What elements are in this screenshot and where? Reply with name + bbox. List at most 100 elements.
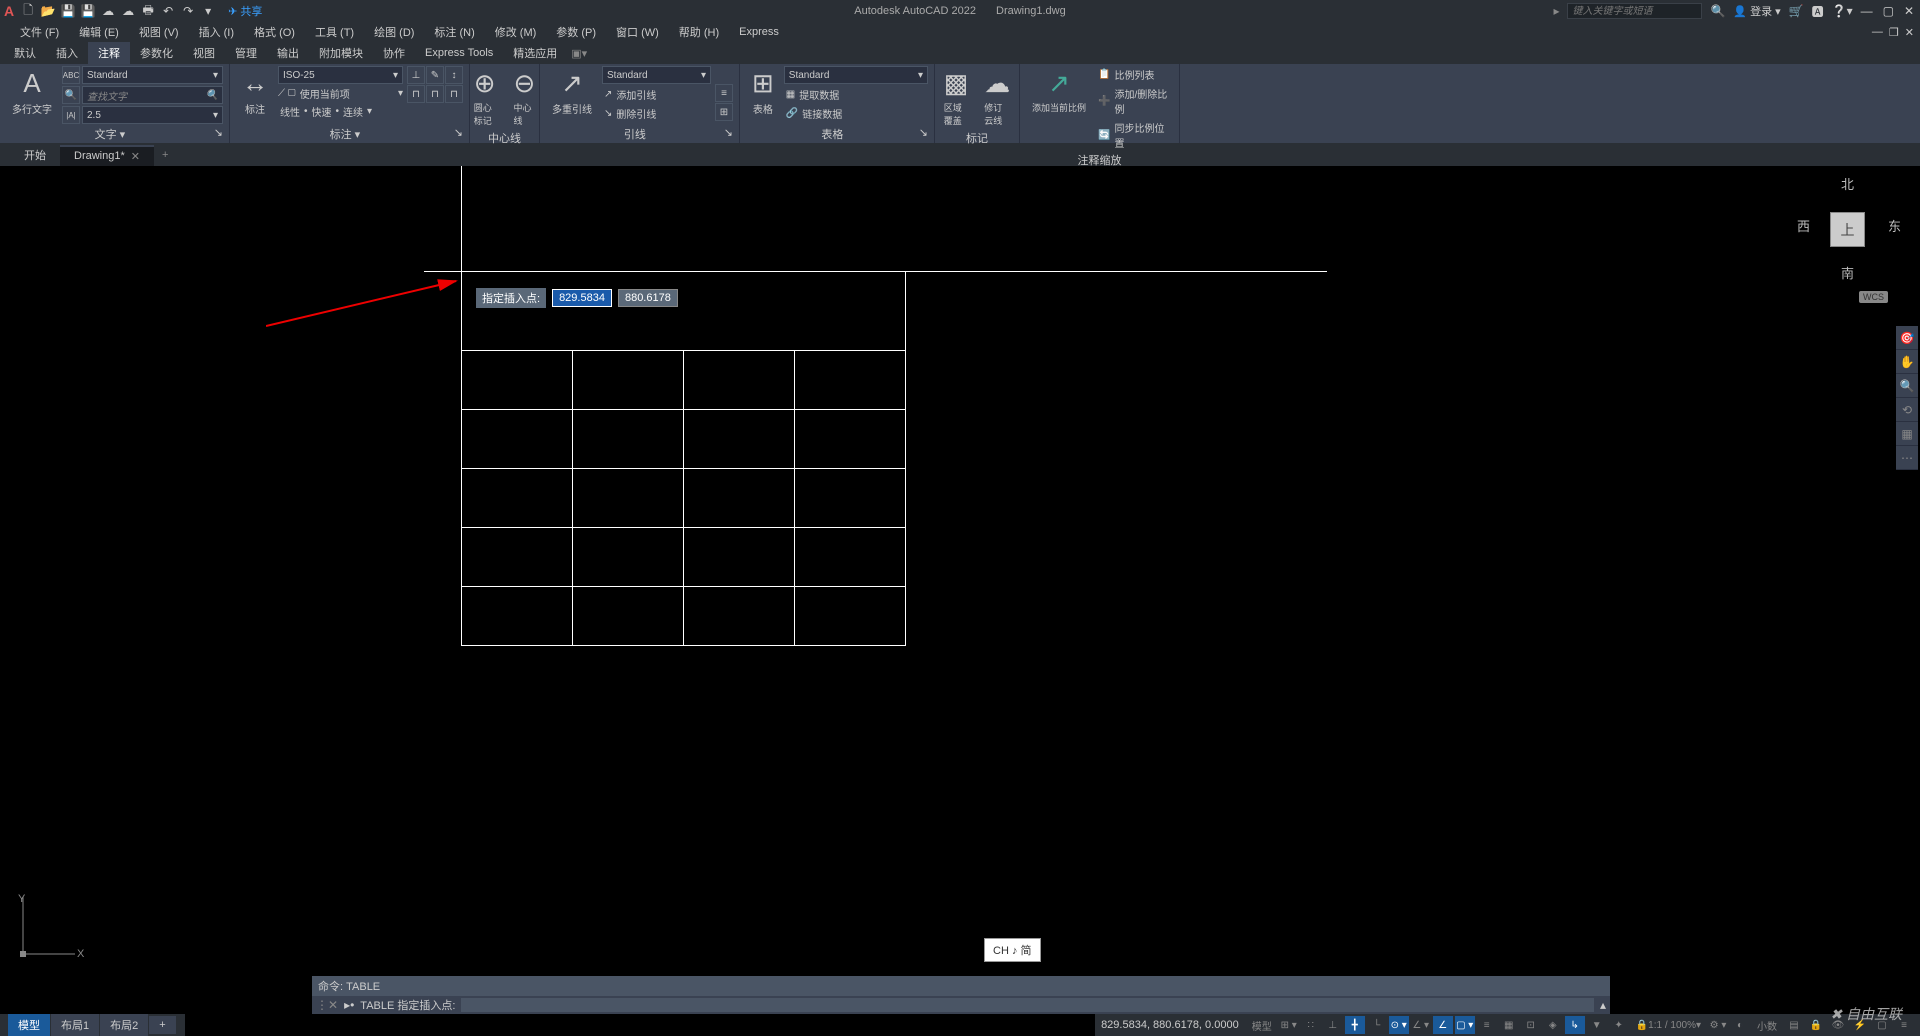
nav-fullnav-icon[interactable]: 🎯 — [1896, 326, 1918, 350]
menu-help[interactable]: 帮助 (H) — [669, 22, 729, 42]
status-units-icon[interactable]: 小数 — [1752, 1016, 1782, 1034]
add-tab-button[interactable]: + — [154, 146, 176, 164]
viewcube-west[interactable]: 西 — [1797, 216, 1810, 235]
leader-align-icon[interactable]: ≡ — [715, 84, 733, 102]
status-iso-icon[interactable]: ∠ ▾ — [1411, 1016, 1431, 1034]
status-lockui-icon[interactable]: 🔒 — [1806, 1016, 1826, 1034]
status-osnap-icon[interactable]: ▢ ▾ — [1455, 1016, 1475, 1034]
layout-add[interactable]: + — [149, 1016, 176, 1034]
tab-default[interactable]: 默认 — [4, 42, 46, 64]
redo-icon[interactable]: ↷ — [180, 3, 196, 19]
help-search-input[interactable] — [1567, 3, 1702, 19]
doc-restore-icon[interactable]: ❐ — [1889, 26, 1899, 39]
status-polar-icon[interactable]: ⊙ ▾ — [1389, 1016, 1409, 1034]
menu-parametric[interactable]: 参数 (P) — [546, 22, 606, 42]
menu-view[interactable]: 视图 (V) — [129, 22, 189, 42]
nav-showmotion-icon[interactable]: ▦ — [1896, 422, 1918, 446]
tab-collaborate[interactable]: 协作 — [373, 42, 415, 64]
status-snap-icon[interactable]: ∷ — [1301, 1016, 1321, 1034]
mtext-button[interactable]: A 多行文字 — [6, 66, 58, 118]
web-save-icon[interactable]: ☁ — [120, 3, 136, 19]
status-workspace-icon[interactable]: ⚙ ▾ — [1708, 1016, 1728, 1034]
qat-dropdown-icon[interactable]: ▾ — [200, 3, 216, 19]
menu-format[interactable]: 格式 (O) — [244, 22, 305, 42]
viewcube-north[interactable]: 北 — [1841, 174, 1854, 193]
status-infer-icon[interactable]: ⊥ — [1323, 1016, 1343, 1034]
text-height-icon[interactable]: |A| — [62, 106, 80, 124]
status-annomonitor-icon[interactable]: ◐ — [1730, 1016, 1750, 1034]
tab-drawing1[interactable]: Drawing1*✕ — [60, 145, 154, 166]
help-icon[interactable]: ❔▾ — [1832, 4, 1853, 18]
dim-tool-5[interactable]: ⊓ — [426, 85, 444, 103]
menu-draw[interactable]: 绘图 (D) — [364, 22, 424, 42]
web-open-icon[interactable]: ☁ — [100, 3, 116, 19]
status-dyninput-icon[interactable]: ╋ — [1345, 1016, 1365, 1034]
add-current-scale-button[interactable]: ↗添加当前比例 — [1026, 66, 1092, 116]
print-icon[interactable]: 🖶 — [140, 3, 156, 19]
use-current-check[interactable]: ⟋ ▢ 使用当前项 ▾ — [278, 86, 403, 101]
add-del-scale-button[interactable]: ➕ 添加/删除比例 — [1096, 85, 1173, 117]
command-handle-icon[interactable]: ⋮✕ — [316, 998, 338, 1012]
autodesk-app-icon[interactable]: 🛒 — [1789, 4, 1804, 18]
layout-model[interactable]: 模型 — [8, 1014, 51, 1036]
tab-close-icon[interactable]: ✕ — [131, 150, 140, 163]
doc-close-icon[interactable]: ✕ — [1905, 26, 1914, 39]
status-cycling-icon[interactable]: ⊡ — [1521, 1016, 1541, 1034]
command-line[interactable]: ⋮✕ ▸• TABLE 指定插入点: ▴ — [312, 996, 1610, 1014]
status-ortho-icon[interactable]: └ — [1367, 1016, 1387, 1034]
status-lineweight-icon[interactable]: ≡ — [1477, 1016, 1497, 1034]
wipeout-button[interactable]: ▩区域覆盖 — [938, 66, 975, 129]
tab-insert[interactable]: 插入 — [46, 42, 88, 64]
menu-insert[interactable]: 插入 (I) — [189, 22, 244, 42]
nav-zoom-icon[interactable]: 🔍 — [1896, 374, 1918, 398]
status-transparency-icon[interactable]: ▦ — [1499, 1016, 1519, 1034]
revcloud-button[interactable]: ☁修订云线 — [978, 66, 1016, 129]
wcs-badge[interactable]: WCS — [1859, 291, 1888, 303]
extract-data-button[interactable]: ▦ 提取数据 — [784, 86, 928, 103]
menu-modify[interactable]: 修改 (M) — [485, 22, 547, 42]
tab-manage[interactable]: 管理 — [225, 42, 267, 64]
tab-parametric[interactable]: 参数化 — [130, 42, 183, 64]
centerline-button[interactable]: ⊖中心线 — [508, 66, 542, 129]
status-quickprops-icon[interactable]: ▤ — [1784, 1016, 1804, 1034]
viewcube[interactable]: 北 南 西 东 上 — [1795, 174, 1895, 274]
sync-scale-button[interactable]: 🔄 同步比例位置 — [1096, 119, 1173, 151]
menu-window[interactable]: 窗口 (W) — [606, 22, 669, 42]
status-3dosnap-icon[interactable]: ◈ — [1543, 1016, 1563, 1034]
status-annoscale-icon[interactable]: 🔒 1:1 / 100% ▾ — [1631, 1016, 1706, 1034]
dim-style-dropdown[interactable]: ISO-25▾ — [278, 66, 403, 84]
remove-leader-button[interactable]: ↘ 删除引线 — [602, 105, 711, 122]
tab-view[interactable]: 视图 — [183, 42, 225, 64]
table-style-dropdown[interactable]: Standard▾ — [784, 66, 928, 84]
dynamic-input-x[interactable]: 829.5834 — [552, 289, 612, 307]
tab-featured[interactable]: 精选应用 — [503, 42, 567, 64]
text-style-dropdown[interactable]: Standard▾ — [82, 66, 223, 84]
tab-addins[interactable]: 附加模块 — [309, 42, 373, 64]
drawing-canvas[interactable]: 指定插入点: 829.5834 880.6178 北 南 西 东 上 WCS 🎯… — [0, 166, 1920, 992]
status-filter-icon[interactable]: ▼ — [1587, 1016, 1607, 1034]
menu-edit[interactable]: 编辑 (E) — [69, 22, 129, 42]
table-button[interactable]: ⊞表格 — [746, 66, 780, 118]
dim-tool-4[interactable]: ⊓ — [407, 85, 425, 103]
layout-2[interactable]: 布局2 — [100, 1014, 149, 1036]
saveas-icon[interactable]: 💾 — [80, 3, 96, 19]
tab-annotate[interactable]: 注释 — [88, 42, 130, 64]
status-dynucs-icon[interactable]: ↳ — [1565, 1016, 1585, 1034]
save-icon[interactable]: 💾 — [60, 3, 76, 19]
dim-chain[interactable]: 线性 • 快速 • 连续 ▾ — [278, 103, 403, 120]
menu-tools[interactable]: 工具 (T) — [305, 22, 364, 42]
status-grid-icon[interactable]: ⊞ ▾ — [1279, 1016, 1299, 1034]
open-icon[interactable]: 📂 — [40, 3, 56, 19]
status-gizmo-icon[interactable]: ✦ — [1609, 1016, 1629, 1034]
scale-list-button[interactable]: 📋 比例列表 — [1096, 66, 1173, 83]
viewcube-south[interactable]: 南 — [1841, 263, 1854, 282]
leader-style-dropdown[interactable]: Standard▾ — [602, 66, 711, 84]
share-button[interactable]: ✈ 共享 — [228, 3, 262, 19]
mleader-button[interactable]: ↗多重引线 — [546, 66, 598, 118]
new-icon[interactable]: 🗋 — [20, 3, 36, 19]
leader-collect-icon[interactable]: ⊞ — [715, 103, 733, 121]
maximize-icon[interactable]: ▢ — [1883, 4, 1894, 18]
tab-start[interactable]: 开始 — [10, 144, 60, 166]
dim-tool-6[interactable]: ⊓ — [445, 85, 463, 103]
undo-icon[interactable]: ↶ — [160, 3, 176, 19]
